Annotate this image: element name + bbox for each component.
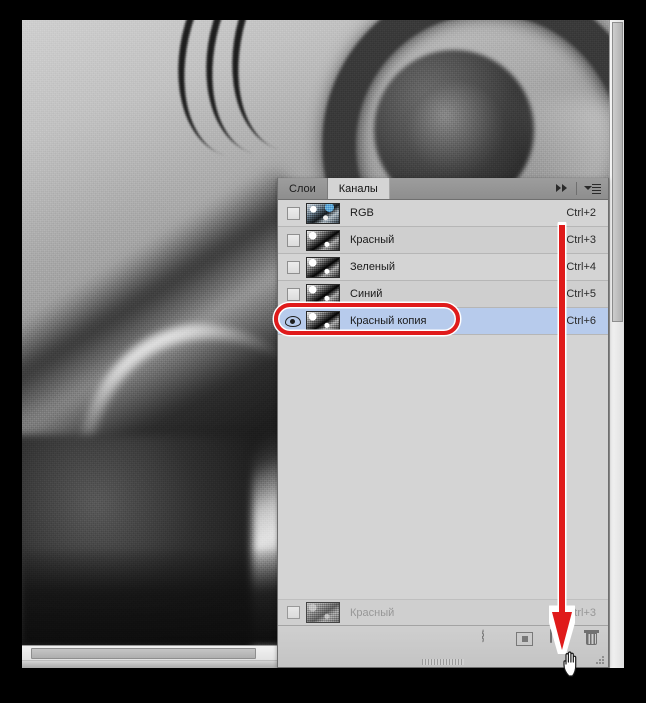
channel-label-rgb: RGB [350, 207, 374, 219]
channel-drag-ghost-row: Красный Ctrl+3 [278, 599, 608, 625]
tab-channels[interactable]: Каналы [327, 178, 390, 199]
hamburger-lines-icon [592, 183, 601, 196]
channel-shortcut-blue: Ctrl+5 [566, 288, 596, 300]
create-new-channel-icon[interactable] [550, 629, 568, 648]
channel-list-empty-area[interactable] [278, 335, 608, 535]
eye-checkbox-icon [286, 260, 300, 274]
channel-thumbnail-green [306, 256, 340, 278]
panel-tab-bar: Слои Каналы [278, 178, 608, 200]
horizontal-scrollbar-thumb[interactable] [31, 648, 256, 659]
document-vertical-scrollbar[interactable] [609, 20, 624, 668]
channel-thumbnail-red-copy [306, 310, 340, 332]
eye-checkbox-icon [286, 606, 300, 619]
tab-layers[interactable]: Слои [278, 178, 328, 199]
channel-visibility-toggle-red-copy[interactable] [284, 312, 302, 330]
channel-visibility-toggle-green[interactable] [284, 258, 302, 276]
channel-label-green: Зеленый [350, 261, 396, 273]
tab-bar-filler [389, 178, 552, 199]
delete-channel-icon[interactable] [584, 630, 602, 648]
ghost-channel-thumbnail [306, 602, 340, 623]
ghost-channel-label: Красный [350, 606, 395, 619]
channel-shortcut-red-copy: Ctrl+6 [566, 315, 596, 327]
channel-shortcut-rgb: Ctrl+2 [566, 207, 596, 219]
channels-toolbar-icons [482, 629, 602, 648]
channel-thumbnail-red [306, 229, 340, 251]
channel-row-red-copy[interactable]: Красный копия Ctrl+6 [278, 308, 608, 335]
channel-shortcut-red: Ctrl+3 [566, 234, 596, 246]
panel-tab-controls [552, 178, 608, 199]
channel-label-red: Красный [350, 234, 395, 246]
eye-checkbox-icon [286, 206, 300, 220]
eye-icon [285, 315, 301, 327]
channels-panel: Слои Каналы RGB Ctrl+2 Красный Ctrl+3 Зе… [277, 178, 609, 668]
channel-label-red-copy: Красный копия [350, 315, 427, 327]
channel-visibility-toggle-blue[interactable] [284, 285, 302, 303]
channel-thumbnail-blue [306, 283, 340, 305]
tab-layers-label: Слои [289, 182, 316, 195]
channel-list[interactable]: RGB Ctrl+2 Красный Ctrl+3 Зеленый Ctrl+4 [278, 200, 608, 625]
collapse-to-icons-icon[interactable] [556, 184, 569, 193]
tab-channels-label: Каналы [338, 182, 378, 195]
panel-resize-grip[interactable] [422, 659, 464, 665]
channel-label-blue: Синий [350, 288, 383, 300]
channel-row-rgb[interactable]: RGB Ctrl+2 [278, 200, 608, 227]
channel-thumbnail-rgb [306, 202, 340, 224]
channel-row-red[interactable]: Красный Ctrl+3 [278, 227, 608, 254]
tab-controls-divider [576, 182, 577, 195]
eye-checkbox-icon [286, 287, 300, 301]
channel-row-green[interactable]: Зеленый Ctrl+4 [278, 254, 608, 281]
channel-visibility-toggle-rgb[interactable] [284, 204, 302, 222]
channels-panel-toolbar [278, 625, 608, 667]
screenshot-root: Слои Каналы RGB Ctrl+2 Красный Ctrl+3 Зе… [0, 0, 646, 703]
ghost-channel-shortcut: Ctrl+3 [566, 606, 596, 619]
chevron-down-icon [584, 185, 592, 190]
channel-visibility-toggle-red[interactable] [284, 231, 302, 249]
ghost-visibility-toggle [284, 604, 302, 622]
panel-corner-resize-handle[interactable] [596, 655, 605, 664]
save-selection-as-channel-icon[interactable] [516, 630, 534, 648]
load-channel-as-selection-icon[interactable] [482, 629, 500, 648]
eye-checkbox-icon [286, 233, 300, 247]
panel-menu-icon[interactable] [584, 183, 601, 196]
vertical-scrollbar-thumb[interactable] [612, 22, 623, 322]
channel-row-blue[interactable]: Синий Ctrl+5 [278, 281, 608, 308]
channel-shortcut-green: Ctrl+4 [566, 261, 596, 273]
